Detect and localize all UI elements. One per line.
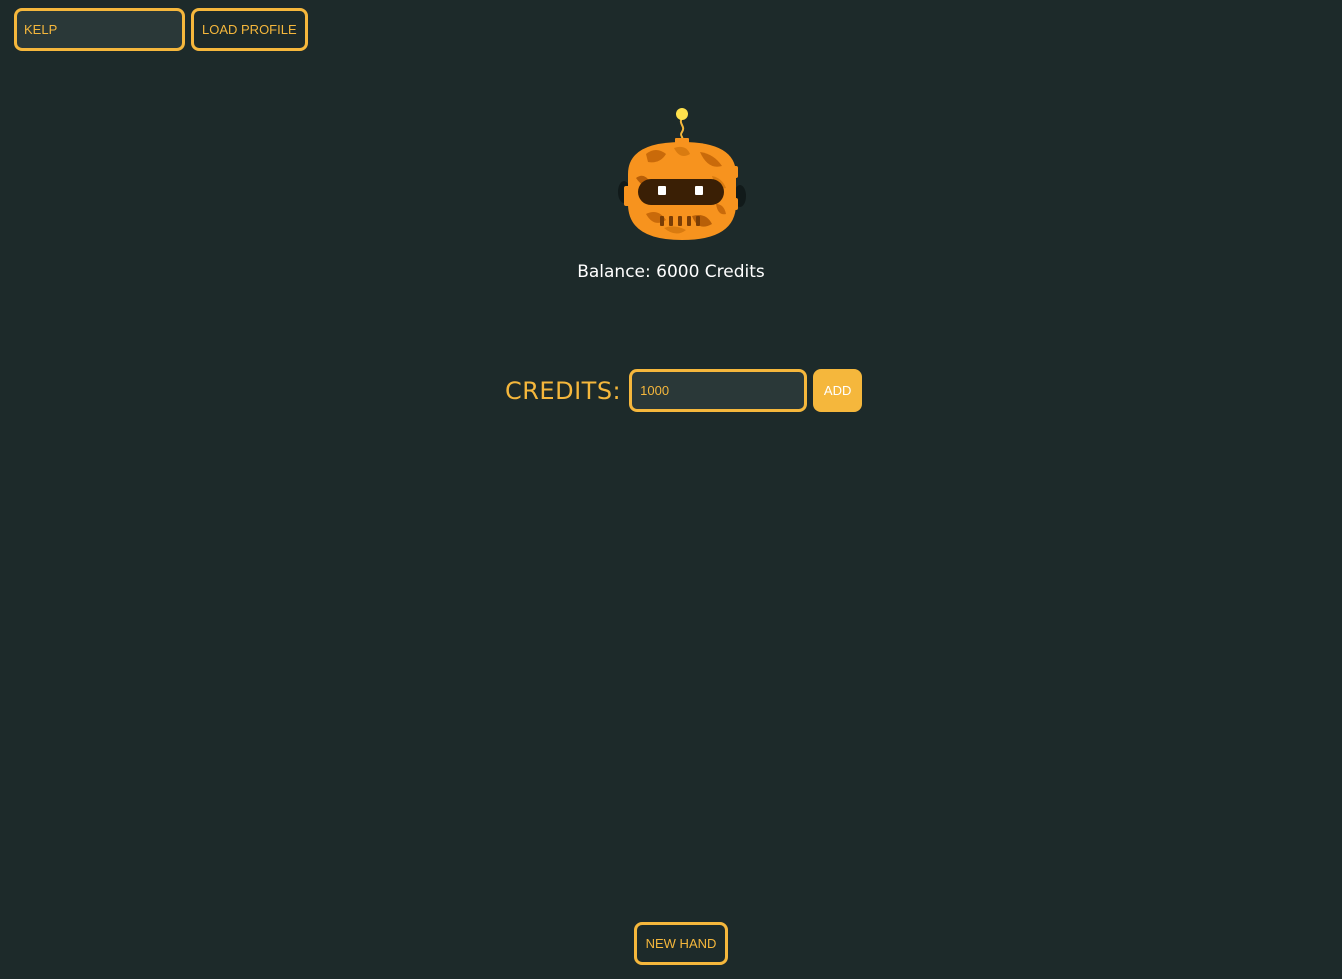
credits-input[interactable] [629, 369, 808, 412]
balance-text: Balance: 6000 Credits [577, 262, 765, 282]
robot-avatar-icon [618, 108, 746, 240]
profile-name-input[interactable] [14, 8, 185, 51]
credits-form: CREDITS: ADD [505, 369, 863, 412]
add-credits-button[interactable]: ADD [813, 369, 863, 412]
new-hand-button[interactable]: NEW HAND [634, 922, 728, 965]
credits-label: CREDITS: [505, 376, 622, 405]
profile-bar: LOAD PROFILE [14, 8, 308, 51]
load-profile-button[interactable]: LOAD PROFILE [191, 8, 308, 51]
